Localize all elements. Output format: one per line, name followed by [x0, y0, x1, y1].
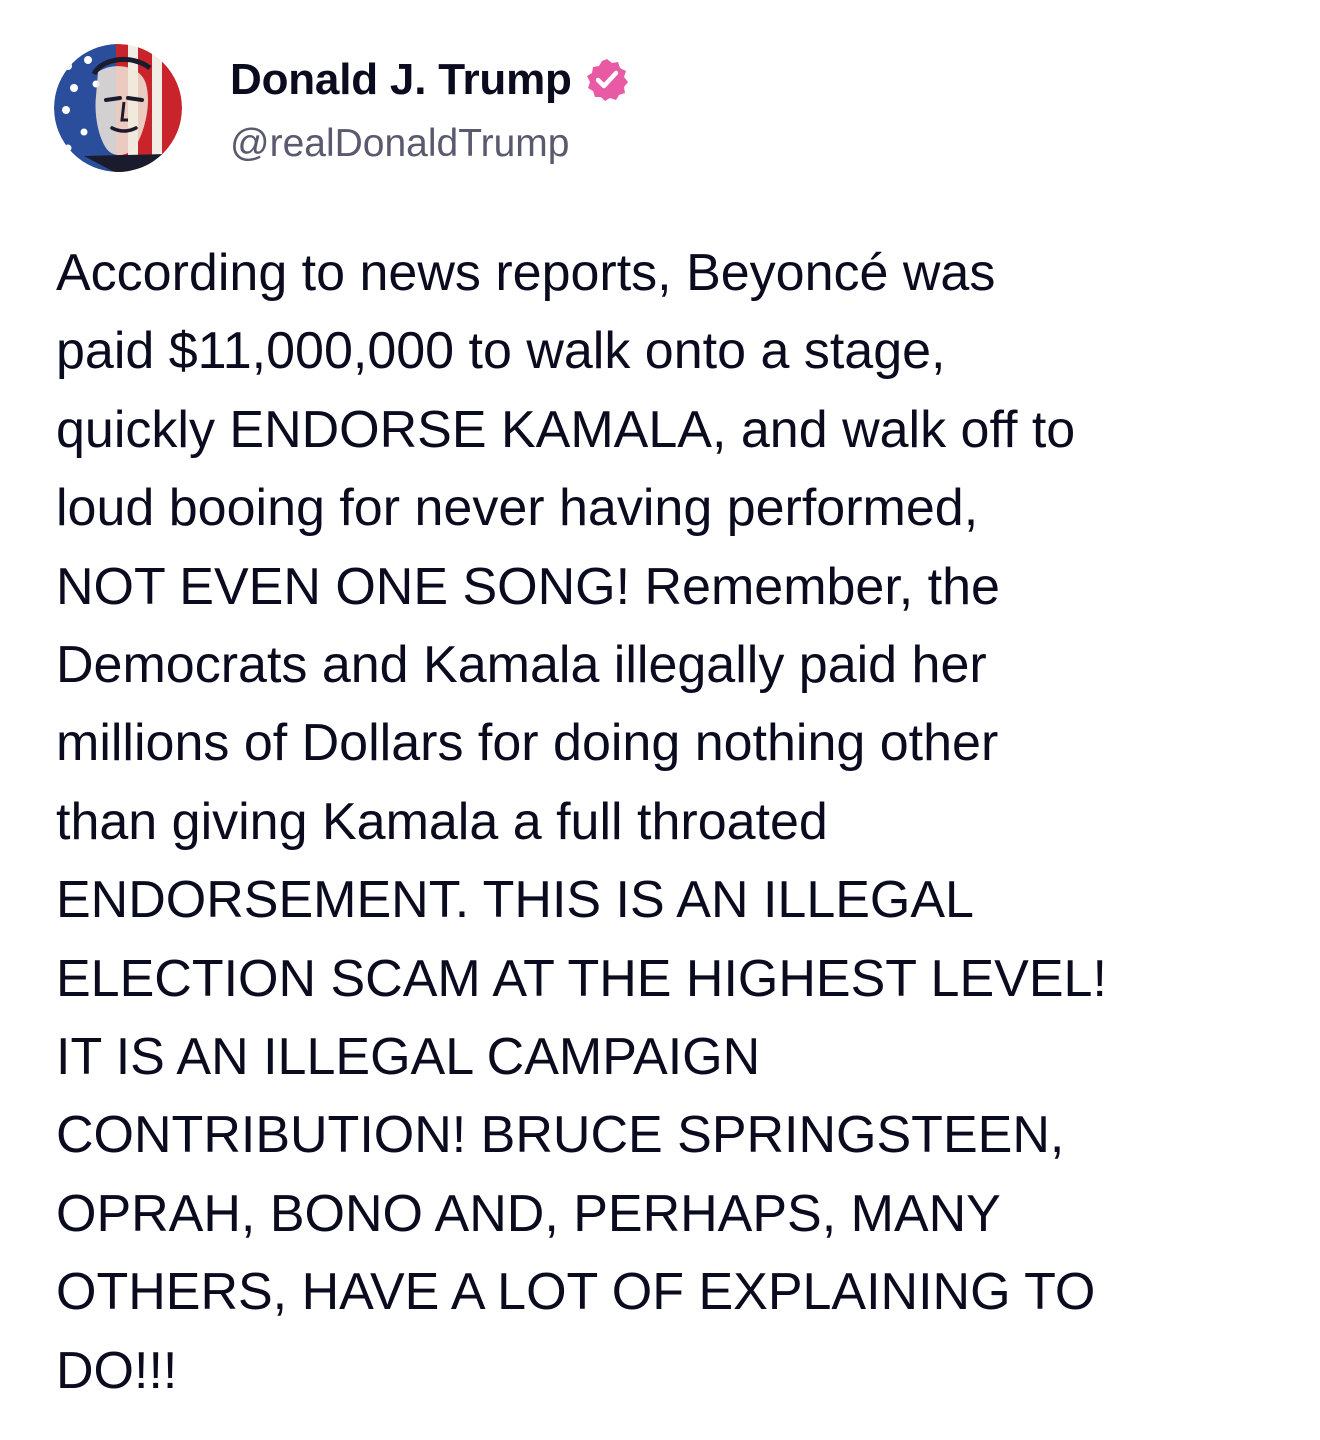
- post-text-line: quickly ENDORSE KAMALA, and walk off to: [56, 400, 1076, 459]
- author-identity: Donald J. Trump @realDonaldTrump: [230, 52, 1030, 166]
- post-text-line: OPRAH, BONO AND, PERHAPS, MANY: [56, 1184, 1001, 1243]
- post-text-line: According to news reports, Beyoncé was: [56, 244, 996, 302]
- post-text-line: OTHERS, HAVE A LOT OF EXPLAINING TO: [56, 1263, 1096, 1322]
- post-header: Donald J. Trump @realDonaldTrump: [54, 44, 1254, 174]
- post-card: Donald J. Trump @realDonaldTrump Accordi…: [0, 0, 1320, 1440]
- post-text-line: IT IS AN ILLEGAL CAMPAIGN: [56, 1028, 761, 1087]
- post-text: According to news reports, Beyoncé was p…: [56, 234, 1246, 1410]
- avatar-image: [54, 44, 182, 172]
- verified-badge-icon: [584, 57, 630, 103]
- post-text-line: NOT EVEN ONE SONG! Remember, the: [56, 557, 1000, 616]
- avatar[interactable]: [54, 44, 182, 172]
- post-text-line: loud booing for never having performed,: [56, 479, 979, 538]
- post-text-line: millions of Dollars for doing nothing ot…: [56, 714, 999, 773]
- post-text-line: DO!!!: [56, 1341, 178, 1400]
- post-text-line: Democrats and Kamala illegally paid her: [56, 636, 987, 695]
- author-display-name[interactable]: Donald J. Trump: [230, 55, 572, 105]
- post-text-line: ENDORSEMENT. THIS IS AN ILLEGAL: [56, 871, 974, 930]
- author-handle[interactable]: @realDonaldTrump: [230, 122, 1030, 166]
- post-text-line: paid $11,000,000 to walk onto a stage,: [56, 322, 946, 381]
- post-text-line: ELECTION SCAM AT THE HIGHEST LEVEL!: [56, 949, 1107, 1008]
- post-text-line: CONTRIBUTION! BRUCE SPRINGSTEEN,: [56, 1106, 1065, 1165]
- post-text-line: than giving Kamala a full throated: [56, 792, 828, 851]
- name-row: Donald J. Trump: [230, 52, 1030, 108]
